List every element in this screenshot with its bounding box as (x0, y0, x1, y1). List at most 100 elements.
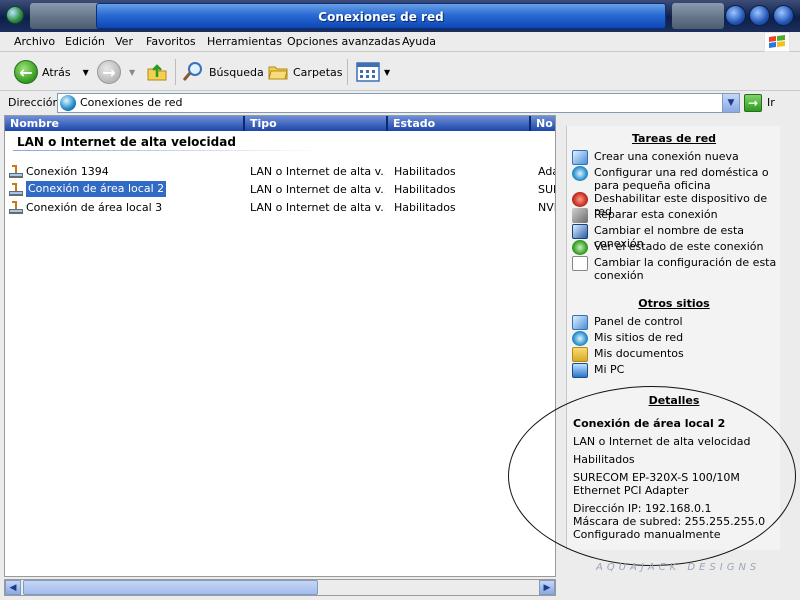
place-control-panel[interactable]: Panel de control (572, 315, 777, 330)
task-label[interactable]: Ver el estado de este conexión (594, 240, 763, 255)
window-title: Conexiones de red (318, 10, 444, 24)
connection-type: LAN o Internet de alta v... (250, 201, 385, 214)
close-button[interactable] (773, 5, 794, 26)
settings-icon (572, 256, 588, 271)
home-network-icon (572, 166, 588, 181)
documents-folder-icon (572, 347, 588, 362)
table-row-selected[interactable]: Conexión de área local 2 LAN o Internet … (5, 181, 555, 198)
search-icon (182, 62, 202, 81)
menu-ayuda[interactable]: Ayuda (402, 35, 436, 48)
toolbar-separator (175, 59, 176, 85)
task-label[interactable]: Reparar esta conexión (594, 208, 718, 223)
table-row[interactable]: Conexión de área local 3 LAN o Internet … (5, 199, 555, 216)
task-change-settings[interactable]: Cambiar la configuración de esta conexió… (572, 256, 777, 282)
chevron-down-icon[interactable]: ▼ (129, 68, 135, 77)
minimize-button[interactable] (725, 5, 746, 26)
disable-icon (572, 192, 588, 207)
menu-ver[interactable]: Ver (115, 35, 133, 48)
address-bar: Dirección Conexiones de red ▼ → Ir (0, 92, 800, 114)
place-label[interactable]: Panel de control (594, 315, 683, 330)
connection-state: Habilitados (394, 165, 456, 178)
menu-herramientas[interactable]: Herramientas (207, 35, 282, 48)
repair-icon (572, 208, 588, 223)
place-label[interactable]: Mis documentos (594, 347, 684, 362)
scroll-left-button[interactable]: ◀ (5, 580, 21, 595)
up-folder-icon (147, 64, 167, 81)
go-button[interactable]: → (744, 94, 762, 112)
network-places-icon (572, 331, 588, 346)
back-button[interactable]: ← Atrás ▼ (14, 58, 89, 86)
column-header-device[interactable]: No (531, 116, 555, 131)
task-repair-connection[interactable]: Reparar esta conexión (572, 208, 777, 223)
folders-label: Carpetas (293, 65, 343, 79)
lan-connection-icon (9, 183, 23, 196)
search-button[interactable]: Búsqueda (181, 58, 264, 86)
connection-type: LAN o Internet de alta v... (250, 165, 385, 178)
task-label[interactable]: Configurar una red doméstica o para pequ… (594, 166, 777, 192)
table-row[interactable]: Conexión 1394 LAN o Internet de alta v..… (5, 163, 555, 180)
place-my-computer[interactable]: Mi PC (572, 363, 777, 378)
chevron-down-icon[interactable]: ▼ (83, 68, 89, 77)
task-label[interactable]: Cambiar la configuración de esta conexió… (594, 256, 777, 282)
place-label[interactable]: Mis sitios de red (594, 331, 683, 346)
column-header-type[interactable]: Tipo (245, 116, 388, 131)
group-title: LAN o Internet de alta velocidad (17, 135, 236, 149)
address-value[interactable]: Conexiones de red (80, 96, 183, 109)
connection-state: Habilitados (394, 201, 456, 214)
maximize-button[interactable] (749, 5, 770, 26)
network-tasks-title[interactable]: Tareas de red (567, 132, 781, 145)
windows-logo-icon (764, 32, 790, 52)
menu-archivo[interactable]: Archivo (14, 35, 55, 48)
column-header-state[interactable]: Estado (388, 116, 531, 131)
forward-button[interactable]: → ▼ (97, 58, 135, 86)
scroll-right-button[interactable]: ▶ (539, 580, 555, 595)
folders-button[interactable]: Carpetas (267, 58, 342, 86)
go-label[interactable]: Ir (767, 96, 775, 109)
connection-name: Conexión de área local 2 (26, 181, 167, 197)
menu-favoritos[interactable]: Favoritos (146, 35, 196, 48)
horizontal-scrollbar[interactable]: ◀ ▶ (4, 579, 556, 596)
place-network-places[interactable]: Mis sitios de red (572, 331, 777, 346)
task-label[interactable]: Crear una conexión nueva (594, 150, 739, 165)
menu-opciones-avanzadas[interactable]: Opciones avanzadas (287, 35, 400, 48)
column-header-name[interactable]: Nombre (5, 116, 245, 131)
place-label[interactable]: Mi PC (594, 363, 624, 378)
search-label: Búsqueda (209, 65, 264, 79)
task-create-connection[interactable]: Crear una conexión nueva (572, 150, 777, 165)
lan-connection-icon (9, 201, 23, 214)
connection-device: Ada (538, 165, 555, 178)
connection-type: LAN o Internet de alta v... (250, 183, 385, 196)
network-icon (6, 6, 24, 24)
address-field[interactable]: Conexiones de red ▼ (57, 93, 740, 113)
menu-edicion[interactable]: Edición (65, 35, 105, 48)
task-view-status[interactable]: Ver el estado de este conexión (572, 240, 777, 255)
address-dropdown-button[interactable]: ▼ (722, 94, 739, 112)
folders-icon (268, 66, 288, 80)
connection-state: Habilitados (394, 183, 456, 196)
toolbar-separator (347, 59, 348, 85)
toolbar: ← Atrás ▼ → ▼ Búsqueda Carpetas ▼ (0, 53, 800, 91)
connection-name: Conexión de área local 3 (26, 201, 163, 214)
explorer-window: Conexiones de red Archivo Edición Ver Fa… (0, 0, 800, 600)
forward-arrow-icon: → (97, 60, 121, 84)
column-header-row: Nombre Tipo Estado No (5, 116, 555, 131)
chevron-down-icon[interactable]: ▼ (384, 68, 390, 77)
connection-name: Conexión 1394 (26, 165, 109, 178)
lan-connection-icon (9, 165, 23, 178)
views-button[interactable]: ▼ (356, 58, 390, 86)
rename-icon (572, 224, 588, 239)
place-my-documents[interactable]: Mis documentos (572, 347, 777, 362)
menu-bar: Archivo Edición Ver Favoritos Herramient… (0, 32, 800, 52)
control-panel-icon (572, 315, 588, 330)
title-bar[interactable]: Conexiones de red (0, 0, 800, 32)
scrollbar-thumb[interactable] (23, 580, 318, 595)
other-places-title[interactable]: Otros sitios (567, 297, 781, 310)
status-icon (572, 240, 588, 255)
task-home-network[interactable]: Configurar una red doméstica o para pequ… (572, 166, 777, 192)
network-connections-icon (60, 95, 76, 111)
title-decoration (30, 3, 100, 29)
up-folder-button[interactable] (146, 58, 168, 86)
back-label: Atrás (42, 65, 71, 79)
title-decoration (672, 3, 724, 29)
views-icon (356, 62, 380, 82)
